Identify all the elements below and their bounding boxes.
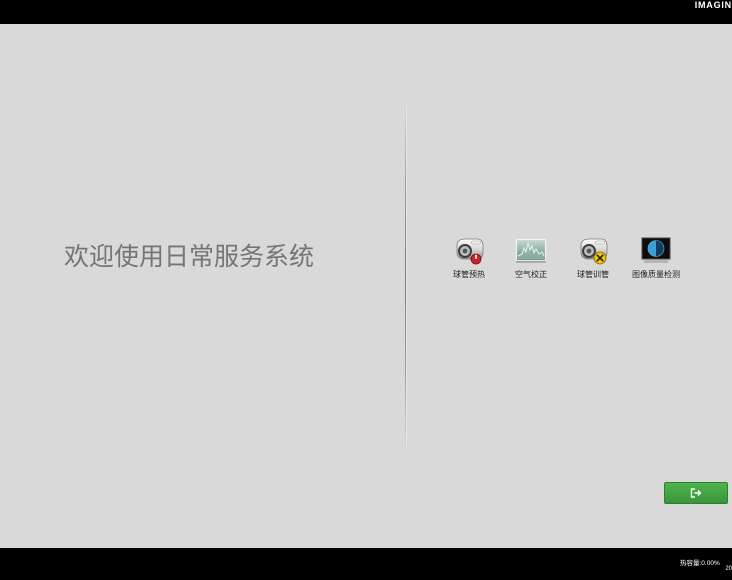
status-bar: 热容量:0.00% 20: [0, 548, 732, 580]
exit-icon: [690, 488, 702, 498]
service-tile-air-calibration[interactable]: 空气校正: [500, 232, 562, 284]
image-quality-icon[interactable]: [640, 234, 672, 266]
service-tile-image-quality[interactable]: 图像质量检测: [625, 232, 687, 284]
service-label-tube-warmup: 球管预热: [453, 270, 485, 279]
top-bar: IMAGIN: [0, 0, 732, 24]
service-label-air-calibration: 空气校正: [515, 270, 547, 279]
brand-logo-text: IMAGIN: [694, 0, 732, 10]
tube-seasoning-icon[interactable]: [577, 234, 609, 266]
vertical-divider: [405, 105, 406, 450]
service-label-tube-seasoning: 球管训管: [577, 270, 609, 279]
tube-warmup-icon[interactable]: [453, 234, 485, 266]
service-tile-tube-warmup[interactable]: 球管预热: [438, 232, 500, 284]
service-tile-tube-seasoning[interactable]: 球管训管: [562, 232, 624, 284]
air-calibration-icon[interactable]: [515, 234, 547, 266]
service-label-image-quality: 图像质量检测: [632, 270, 680, 279]
main-panel: 欢迎使用日常服务系统 球管预热 空气校正 球管训管 图像质量检测: [0, 24, 732, 548]
welcome-title: 欢迎使用日常服务系统: [64, 243, 315, 271]
exit-button[interactable]: [664, 482, 728, 504]
datetime-status: 20: [725, 566, 732, 572]
heat-capacity-status: 热容量:0.00%: [680, 560, 720, 567]
